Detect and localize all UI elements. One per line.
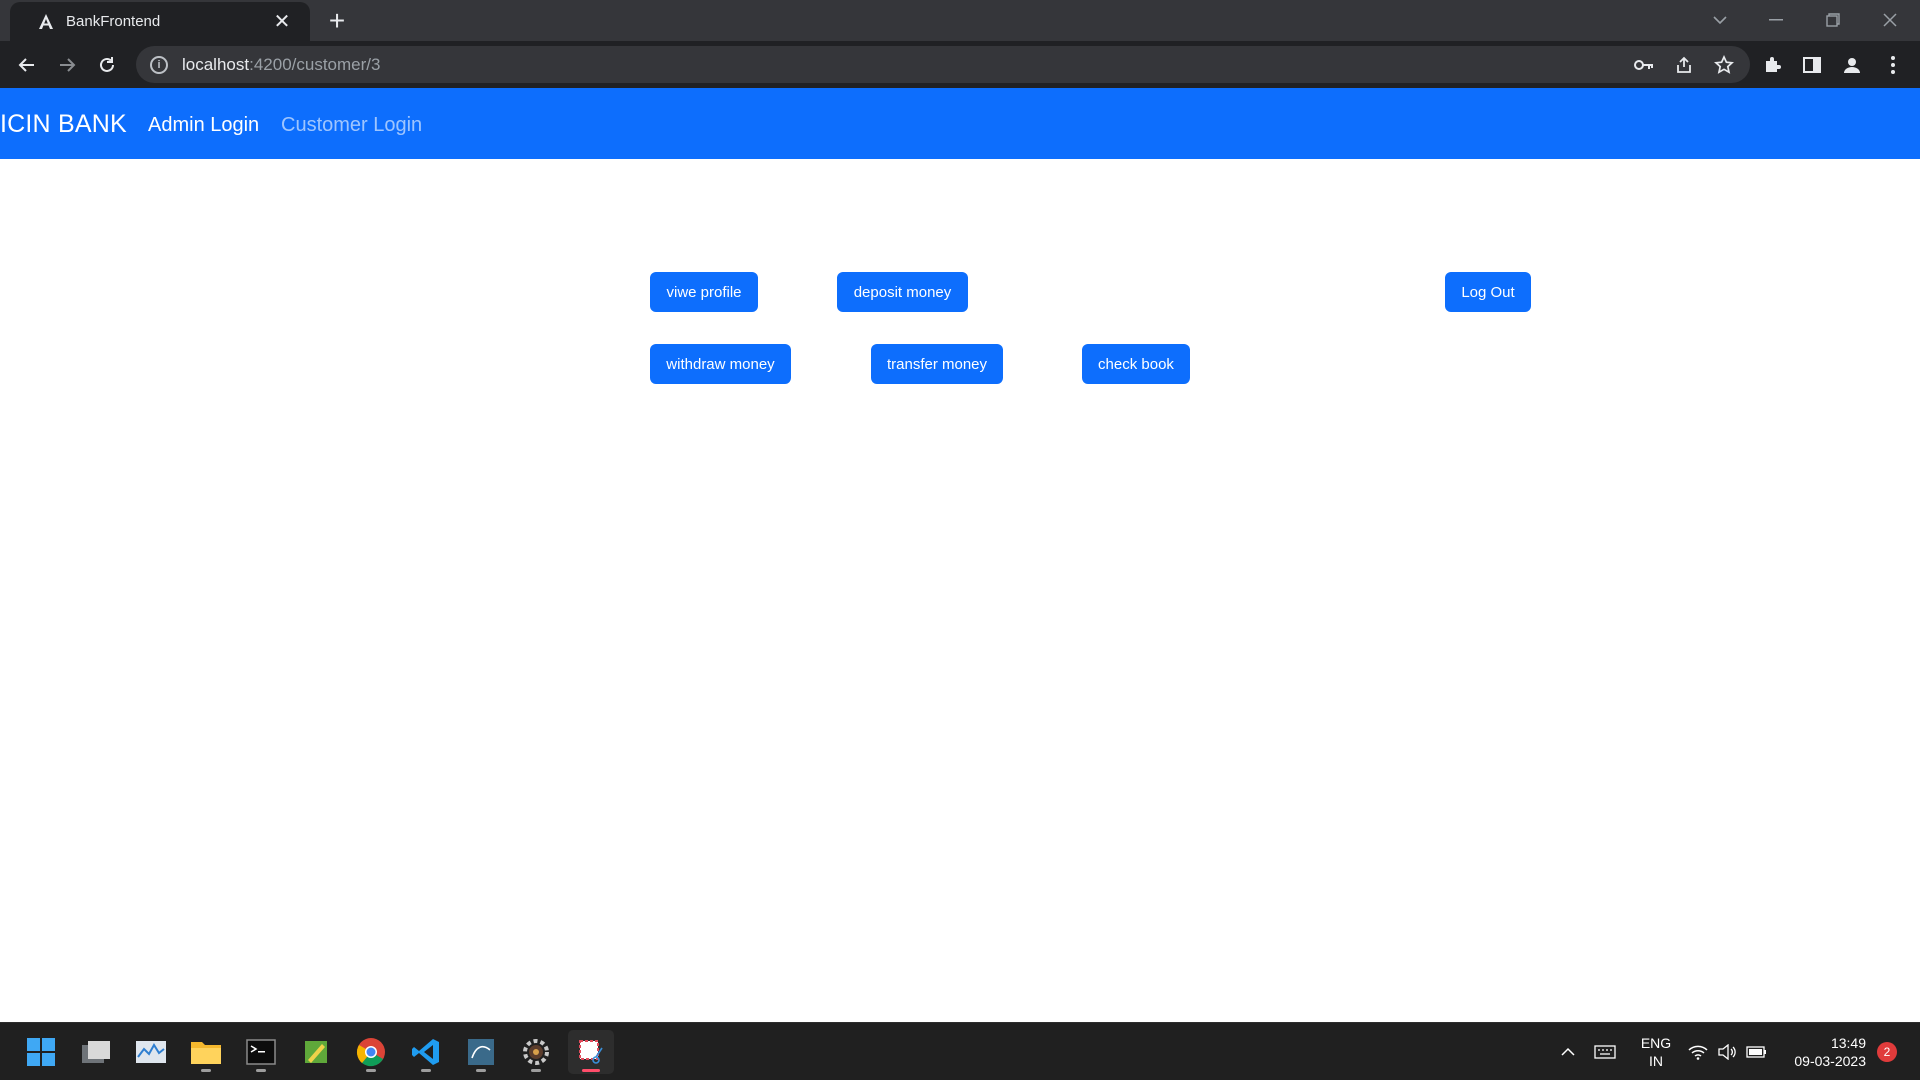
- battery-icon[interactable]: [1746, 1023, 1772, 1080]
- volume-icon[interactable]: [1717, 1023, 1739, 1080]
- log-out-button[interactable]: Log Out: [1445, 272, 1531, 312]
- reload-icon[interactable]: [90, 48, 124, 82]
- settings-app-icon[interactable]: [513, 1030, 559, 1074]
- transfer-money-button[interactable]: transfer money: [871, 344, 1003, 384]
- running-indicator: [421, 1069, 431, 1072]
- wifi-icon[interactable]: [1688, 1023, 1710, 1080]
- restore-window-button[interactable]: [1813, 4, 1853, 36]
- active-indicator: [582, 1069, 600, 1072]
- close-window-button[interactable]: [1870, 4, 1910, 36]
- forward-icon[interactable]: [50, 48, 84, 82]
- withdraw-money-button[interactable]: withdraw money: [650, 344, 791, 384]
- snipping-tool-icon[interactable]: [568, 1030, 614, 1074]
- file-explorer-icon[interactable]: [183, 1030, 229, 1074]
- terminal-icon[interactable]: [238, 1030, 284, 1074]
- nav-link-admin-login[interactable]: Admin Login: [148, 114, 259, 137]
- show-hidden-icons-chevron-icon[interactable]: [1560, 1023, 1580, 1080]
- url-text: localhost:4200/customer/3: [182, 54, 381, 74]
- keyboard-icon[interactable]: [1594, 1023, 1618, 1080]
- deposit-money-button[interactable]: deposit money: [837, 272, 968, 312]
- app-navbar: ICIN BANK Admin Login Customer Login: [0, 88, 1920, 159]
- notification-badge[interactable]: 2: [1877, 1042, 1897, 1062]
- running-indicator: [256, 1069, 266, 1072]
- view-profile-button[interactable]: viwe profile: [650, 272, 758, 312]
- clock-time: 13:49: [1830, 1035, 1866, 1051]
- tab-title: BankFrontend: [66, 13, 161, 30]
- browser-tab[interactable]: BankFrontend ✕: [10, 2, 310, 41]
- new-tab-button[interactable]: +: [322, 5, 352, 36]
- clock[interactable]: 13:49 09-03-2023: [1786, 1023, 1866, 1080]
- language-indicator[interactable]: ENG IN: [1634, 1023, 1678, 1080]
- vscode-icon[interactable]: [403, 1030, 449, 1074]
- browser-menu-icon[interactable]: [1876, 48, 1910, 82]
- mysql-workbench-icon[interactable]: [458, 1030, 504, 1074]
- browser-toolbar: i localhost:4200/customer/3: [0, 41, 1920, 88]
- browser-tab-bar: BankFrontend ✕ +: [0, 0, 1920, 41]
- running-indicator: [201, 1069, 211, 1072]
- back-icon[interactable]: [10, 48, 44, 82]
- share-icon[interactable]: [1669, 51, 1699, 79]
- notepad-icon[interactable]: [293, 1030, 339, 1074]
- task-view-icon[interactable]: [73, 1030, 119, 1074]
- address-bar[interactable]: i localhost:4200/customer/3: [136, 46, 1750, 83]
- start-icon[interactable]: [18, 1030, 64, 1074]
- nav-link-customer-login[interactable]: Customer Login: [281, 114, 422, 137]
- chrome-icon[interactable]: [348, 1030, 394, 1074]
- side-panel-icon[interactable]: [1795, 48, 1829, 82]
- bookmark-star-icon[interactable]: [1709, 51, 1739, 79]
- tab-search-icon[interactable]: [1700, 4, 1740, 36]
- running-indicator: [531, 1069, 541, 1072]
- close-tab-icon[interactable]: ✕: [268, 8, 296, 36]
- site-info-icon[interactable]: i: [150, 55, 168, 74]
- brand-logo-text[interactable]: ICIN BANK: [0, 110, 127, 139]
- task-manager-icon[interactable]: [128, 1030, 174, 1074]
- angular-icon: [36, 12, 56, 32]
- region-code: IN: [1649, 1053, 1663, 1069]
- password-key-icon[interactable]: [1629, 51, 1659, 79]
- minimize-window-button[interactable]: [1756, 4, 1796, 36]
- page-viewport: ICIN BANK Admin Login Customer Login viw…: [0, 88, 1920, 1001]
- running-indicator: [476, 1069, 486, 1072]
- profile-icon[interactable]: [1835, 48, 1869, 82]
- extensions-icon[interactable]: [1755, 48, 1789, 82]
- clock-date: 09-03-2023: [1794, 1053, 1866, 1069]
- running-indicator: [366, 1069, 376, 1072]
- check-book-button[interactable]: check book: [1082, 344, 1190, 384]
- windows-taskbar: ENG IN 13:49 09-03-2023: [0, 1022, 1920, 1080]
- language-code: ENG: [1640, 1035, 1672, 1051]
